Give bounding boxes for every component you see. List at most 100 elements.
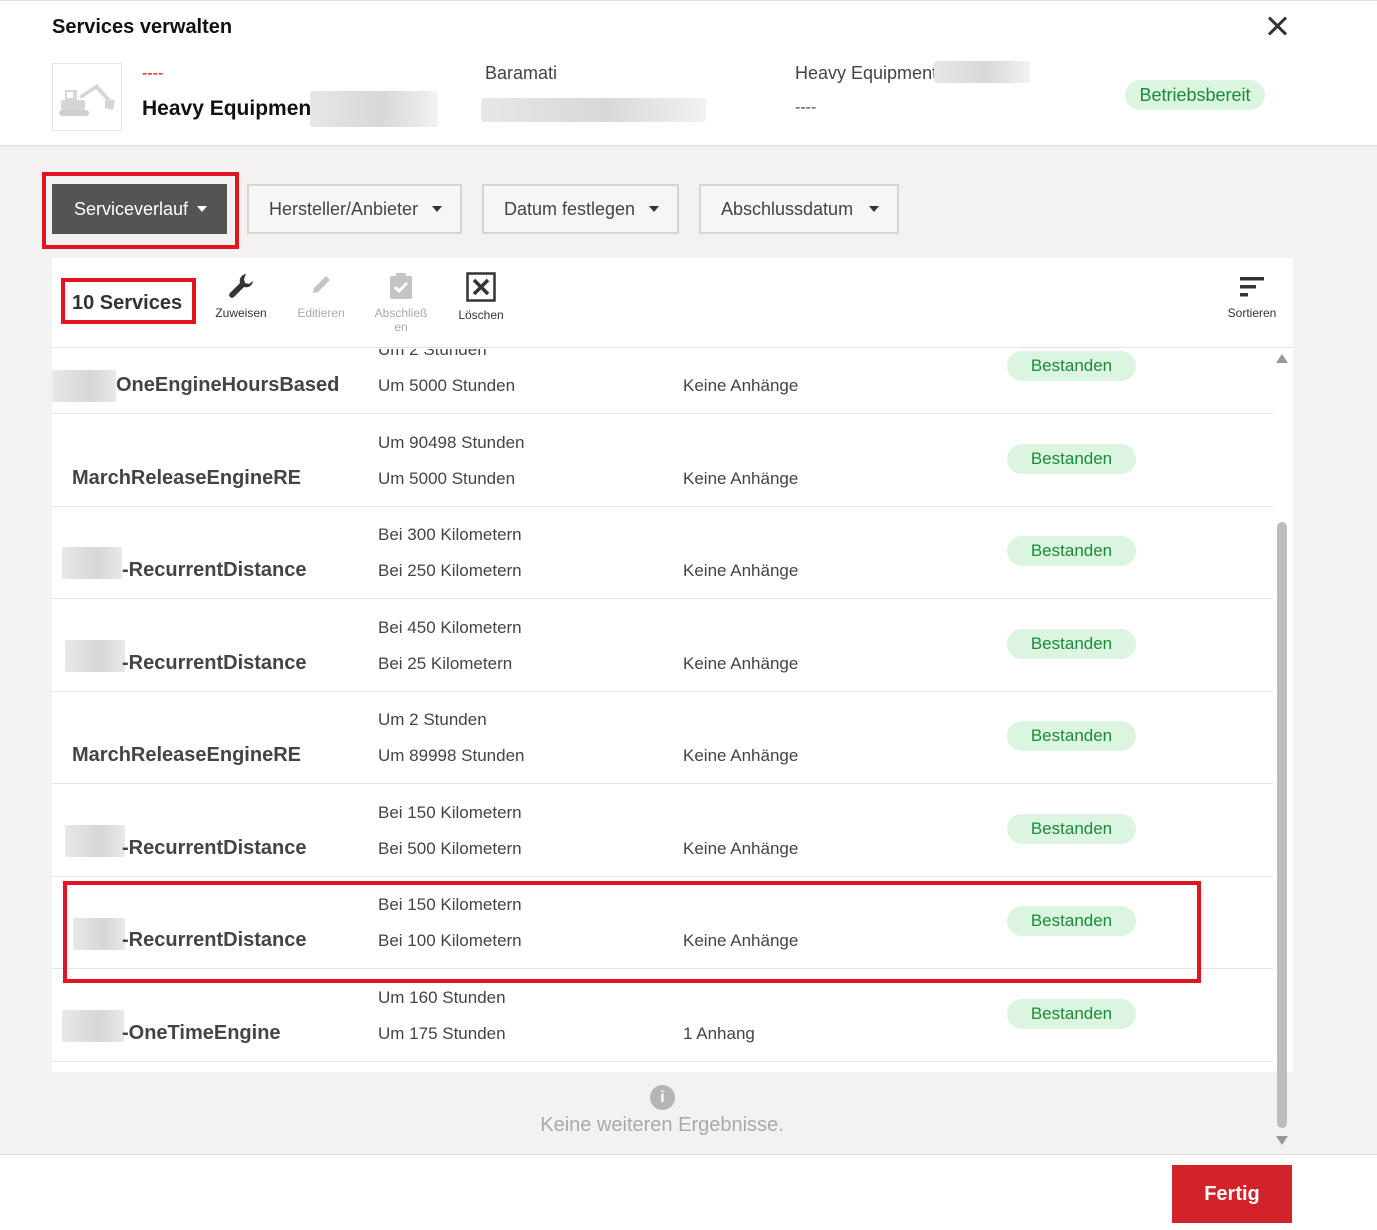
redacted-service-prefix (73, 918, 125, 950)
chevron-down-icon (432, 206, 442, 212)
vendor-filter-dropdown[interactable]: Hersteller/Anbieter (247, 184, 462, 234)
complete-button[interactable]: Abschließ en (366, 272, 436, 334)
completion-date-dropdown[interactable]: Abschlussdatum (699, 184, 899, 234)
sort-button[interactable]: Sortieren (1217, 274, 1287, 320)
service-line-1: Um 90498 Stunden (378, 433, 525, 452)
dialog-footer: Fertig (0, 1154, 1377, 1230)
edit-label: Editieren (297, 306, 345, 320)
service-row[interactable]: OneEngineHoursBased Um 2 Stunden Um 5000… (52, 349, 1273, 414)
service-row[interactable]: -RecurrentDistance Bei 150 Kilometern Be… (52, 877, 1273, 969)
services-count: 10 Services (72, 292, 183, 314)
no-more-results: Keine weiteren Ergebnisse. (540, 1114, 784, 1136)
list-scrollbar[interactable] (1272, 350, 1292, 1152)
sort-label: Sortieren (1227, 306, 1277, 320)
asset-type: Heavy Equipment (795, 63, 938, 83)
service-status-badge: Bestanden (1007, 906, 1136, 936)
service-row[interactable]: -RecurrentDistance Bei 450 Kilometern Be… (52, 600, 1273, 692)
delete-label: Löschen (458, 308, 504, 322)
service-line-2: Bei 250 Kilometern (378, 561, 522, 580)
asset-location: Baramati (485, 63, 558, 83)
view-dropdown[interactable]: Serviceverlauf (52, 184, 227, 234)
dialog-header: Services verwalten ---- Heavy Equipment … (0, 0, 1377, 146)
complete-label-2: en (394, 320, 408, 334)
vendor-filter-label: Hersteller/Anbieter (269, 199, 419, 219)
info-icon: i (650, 1085, 675, 1110)
chevron-down-icon (649, 206, 659, 212)
service-row[interactable]: MarchReleaseEngineRE Um 2 Stunden Um 899… (52, 692, 1273, 784)
close-icon[interactable] (1266, 15, 1288, 37)
redacted-service-prefix (65, 640, 125, 672)
service-attachments: Keine Anhänge (683, 839, 799, 858)
redacted-asset-name (310, 91, 438, 127)
content-area: Serviceverlauf Hersteller/Anbieter Datum… (0, 146, 1377, 1154)
service-status-badge: Bestanden (1007, 536, 1136, 566)
service-row[interactable]: -RecurrentDistance Bei 300 Kilometern Be… (52, 507, 1273, 599)
service-name: -RecurrentDistance (122, 559, 307, 581)
service-attachments: Keine Anhänge (683, 376, 799, 395)
service-name: -OneTimeEngine (122, 1022, 281, 1044)
service-row[interactable]: -RecurrentDistance Bei 150 Kilometern Be… (52, 785, 1273, 877)
date-filter-dropdown[interactable]: Datum festlegen (482, 184, 679, 234)
service-line-1: Bei 150 Kilometern (378, 803, 522, 822)
assign-label: Zuweisen (215, 306, 267, 320)
service-attachments: Keine Anhänge (683, 469, 799, 488)
scrollbar-thumb[interactable] (1277, 522, 1287, 1128)
service-name: -RecurrentDistance (122, 652, 307, 674)
assign-button[interactable]: Zuweisen (206, 272, 276, 320)
service-name: MarchReleaseEngineRE (72, 467, 301, 489)
service-row[interactable]: MarchReleaseEngineRE Um 90498 Stunden Um… (52, 415, 1273, 507)
service-line-2: Um 175 Stunden (378, 1024, 506, 1043)
service-line-2: Bei 100 Kilometern (378, 931, 522, 950)
edit-button[interactable]: Editieren (286, 272, 356, 320)
scroll-down-icon[interactable] (1276, 1136, 1288, 1145)
service-line-2: Bei 25 Kilometern (378, 654, 513, 673)
service-status-badge: Bestanden (1007, 999, 1136, 1029)
service-row[interactable]: -OneTimeEngine Um 160 Stunden Um 175 Stu… (52, 970, 1273, 1062)
asset-type-sub: ---- (795, 99, 817, 116)
service-attachments: Keine Anhänge (683, 931, 799, 950)
wrench-icon (229, 274, 253, 298)
delete-box-icon (466, 272, 496, 302)
asset-status-badge: Betriebsbereit (1125, 80, 1265, 110)
asset-name: Heavy Equipment (142, 97, 319, 120)
service-line-1: Um 2 Stunden (378, 710, 487, 729)
service-line-1: Um 160 Stunden (378, 988, 506, 1007)
service-status-badge: Bestanden (1007, 629, 1136, 659)
chevron-down-icon (869, 206, 879, 212)
service-line-2: Um 5000 Stunden (378, 469, 516, 488)
redacted-type (934, 61, 1030, 83)
services-list: OneEngineHoursBased Um 2 Stunden Um 5000… (52, 349, 1273, 1072)
asset-id-placeholder: ---- (142, 65, 164, 82)
date-filter-label: Datum festlegen (504, 199, 636, 219)
clipboard-check-icon (390, 273, 412, 299)
sort-icon (1240, 277, 1264, 297)
service-attachments: Keine Anhänge (683, 654, 799, 673)
service-line-2: Um 89998 Stunden (378, 746, 525, 765)
service-name: MarchReleaseEngineRE (72, 744, 301, 766)
done-button[interactable]: Fertig (1172, 1165, 1292, 1223)
service-line-1: Um 2 Stunden (378, 349, 487, 359)
services-panel: 10 Services Zuweisen Editieren Abschließ… (52, 258, 1293, 1072)
service-attachments: Keine Anhänge (683, 746, 799, 765)
service-line-1: Bei 450 Kilometern (378, 618, 522, 637)
delete-button[interactable]: Löschen (446, 272, 516, 322)
completion-date-label: Abschlussdatum (721, 199, 854, 219)
dialog-title: Services verwalten (52, 16, 233, 38)
pencil-icon (313, 276, 330, 293)
service-line-1: Bei 150 Kilometern (378, 895, 522, 914)
redacted-service-prefix (62, 1010, 124, 1042)
service-status-badge: Bestanden (1007, 351, 1136, 381)
asset-image (52, 63, 122, 131)
service-line-2: Bei 500 Kilometern (378, 839, 522, 858)
service-name: -RecurrentDistance (122, 929, 307, 951)
service-status-badge: Bestanden (1007, 814, 1136, 844)
service-line-2: Um 5000 Stunden (378, 376, 516, 395)
service-status-badge: Bestanden (1007, 721, 1136, 751)
service-attachments: 1 Anhang (683, 1024, 755, 1043)
service-name: -RecurrentDistance (122, 837, 307, 859)
redacted-service-prefix (52, 370, 116, 402)
scroll-up-icon[interactable] (1276, 354, 1288, 363)
service-status-badge: Bestanden (1007, 444, 1136, 474)
redacted-service-prefix (65, 825, 125, 857)
service-attachments: Keine Anhänge (683, 561, 799, 580)
